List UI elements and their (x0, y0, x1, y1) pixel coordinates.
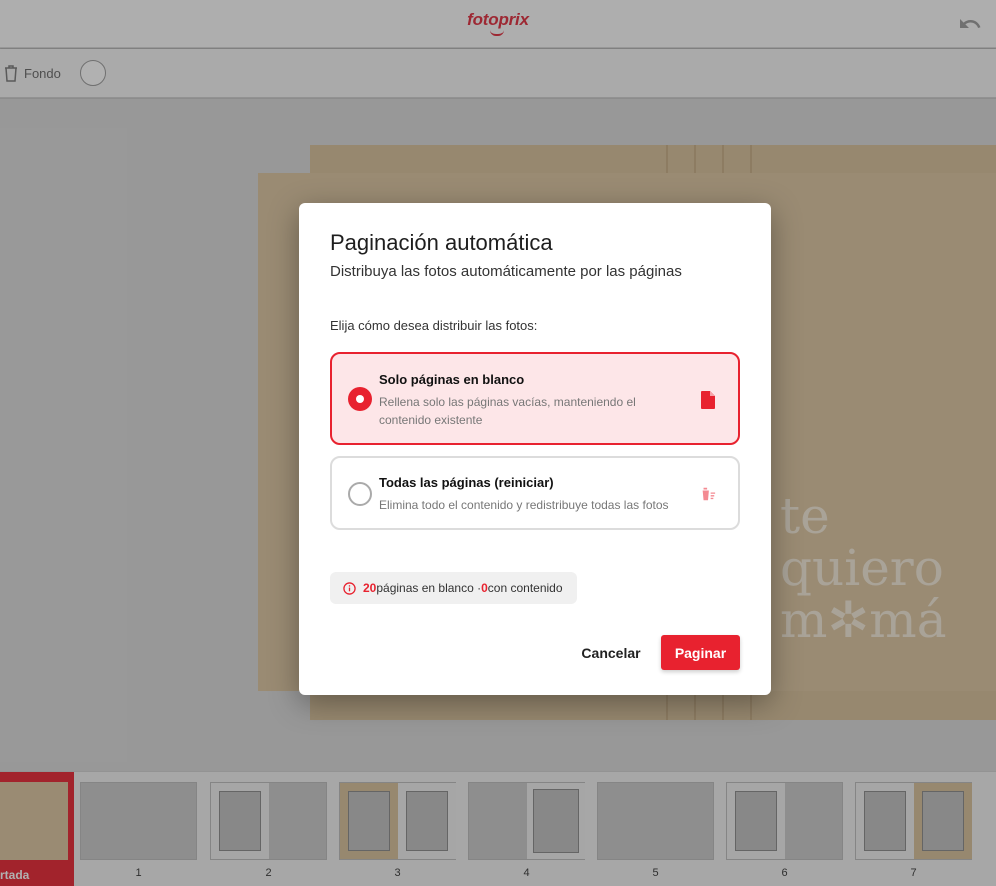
option-title: Todas las páginas (reiniciar) (379, 475, 554, 490)
cancel-button[interactable]: Cancelar (571, 635, 651, 670)
dialog-prompt: Elija cómo desea distribuir las fotos: (330, 318, 538, 333)
option-blank-pages[interactable]: Solo páginas en blanco Rellena solo las … (330, 352, 740, 445)
info-icon (343, 581, 356, 595)
auto-pagination-dialog: Paginación automática Distribuya las fot… (299, 203, 771, 695)
option-description: Elimina todo el contenido y redistribuye… (379, 498, 669, 512)
content-pages-count: 0 (481, 581, 488, 595)
delete-sweep-icon (701, 487, 716, 501)
dialog-title: Paginación automática (330, 230, 553, 255)
content-pages-label: con contenido (487, 581, 563, 595)
option-title: Solo páginas en blanco (379, 372, 525, 387)
radio-unselected[interactable] (348, 482, 372, 506)
paginar-button[interactable]: Paginar (661, 635, 740, 670)
blank-pages-count: 20 (363, 581, 377, 595)
radio-selected[interactable] (348, 387, 372, 411)
file-icon (701, 391, 715, 409)
blank-pages-label: páginas en blanco · (376, 581, 482, 595)
dialog-subtitle: Distribuya las fotos automáticamente por… (330, 263, 682, 280)
option-all-pages-reset[interactable]: Todas las páginas (reiniciar) Elimina to… (330, 456, 740, 530)
option-description: Rellena solo las páginas vacías, manteni… (379, 395, 636, 427)
pages-status-badge: 20 páginas en blanco · 0 con contenido (330, 572, 577, 604)
